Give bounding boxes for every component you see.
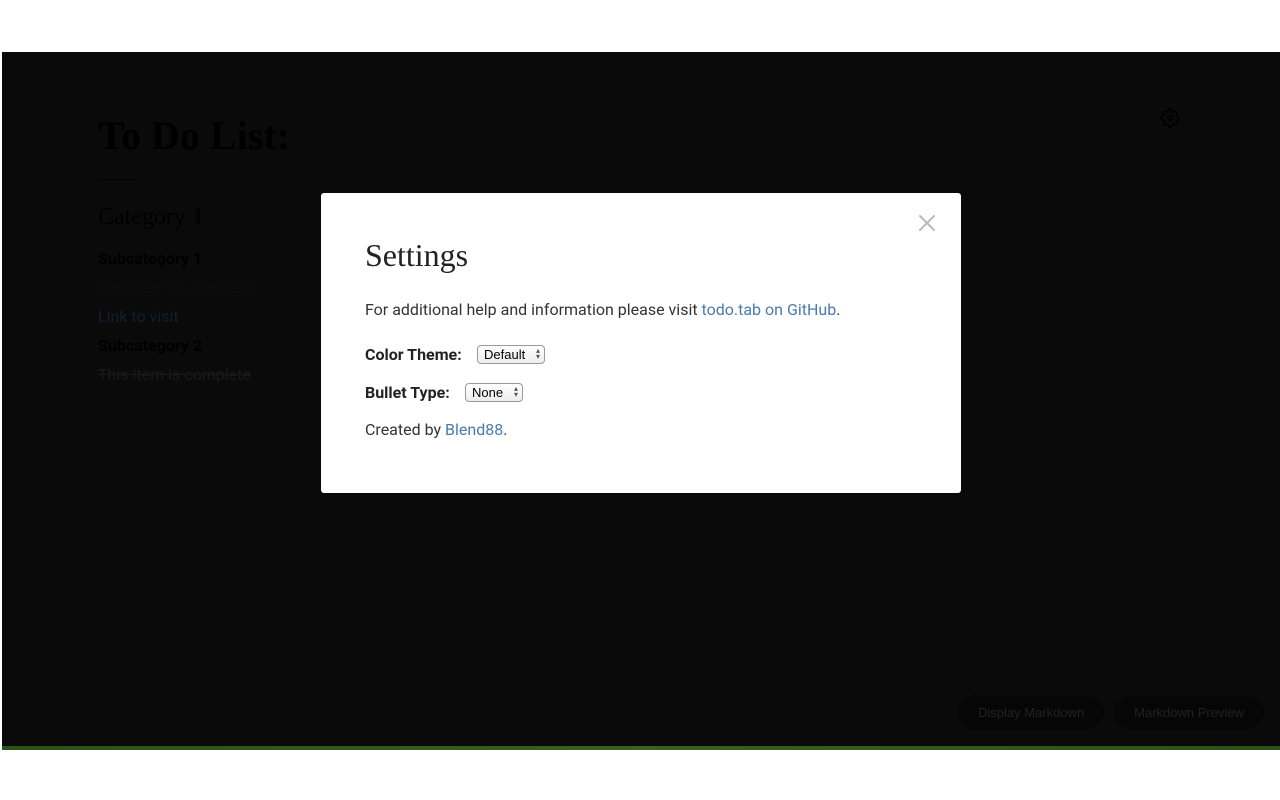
bullet-type-row: Bullet Type: None xyxy=(365,382,917,402)
help-text-prefix: For additional help and information plea… xyxy=(365,300,702,319)
color-theme-select[interactable]: Default xyxy=(477,345,545,364)
modal-help-text: For additional help and information plea… xyxy=(365,298,917,322)
bullet-type-select[interactable]: None xyxy=(465,383,523,402)
help-text-suffix: . xyxy=(836,300,840,319)
github-link[interactable]: todo.tab on GitHub xyxy=(702,300,837,319)
color-theme-row: Color Theme: Default xyxy=(365,344,917,364)
bottom-accent-bar xyxy=(2,746,1280,750)
created-prefix: Created by xyxy=(365,420,445,439)
created-by-text: Created by Blend88. xyxy=(365,420,917,439)
close-icon[interactable] xyxy=(915,211,939,235)
author-link[interactable]: Blend88 xyxy=(445,420,503,439)
created-suffix: . xyxy=(503,420,507,439)
bullet-type-label: Bullet Type: xyxy=(365,383,465,402)
modal-title: Settings xyxy=(365,237,917,274)
color-theme-label: Color Theme: xyxy=(365,345,477,364)
settings-modal: Settings For additional help and informa… xyxy=(321,193,961,493)
